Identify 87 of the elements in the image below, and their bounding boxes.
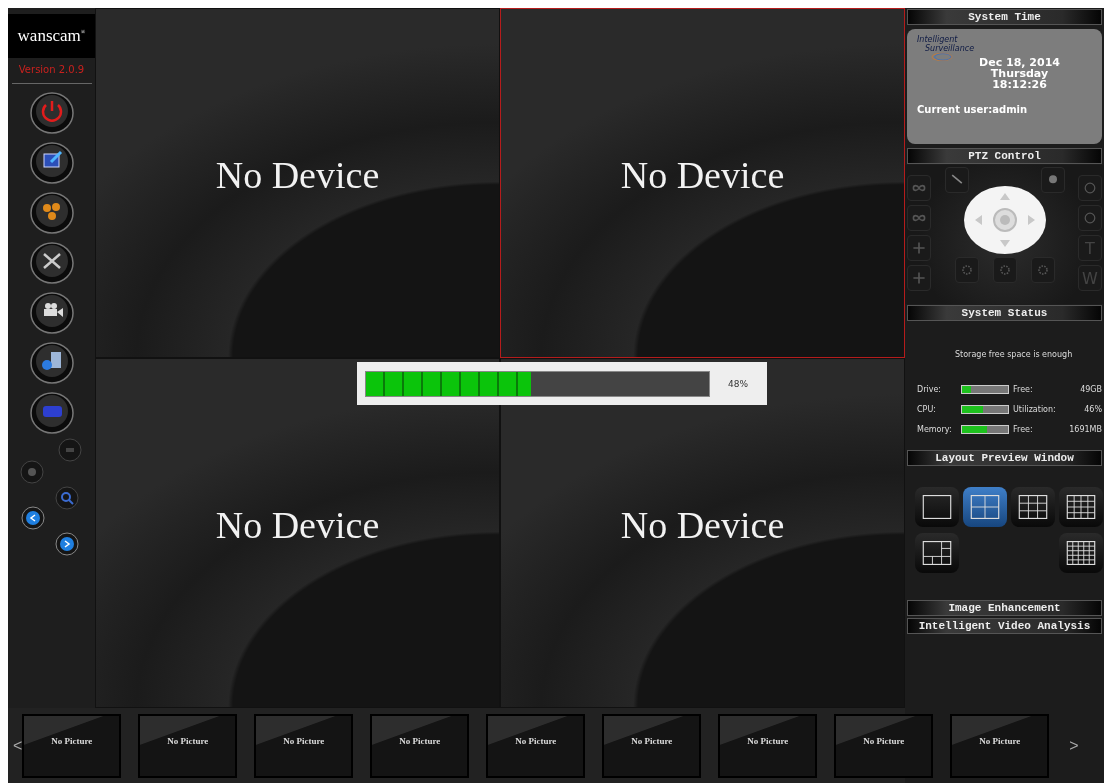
status-label: Drive: [917,384,943,394]
usage-bar [961,424,1009,434]
zoom-out-button[interactable] [907,175,931,201]
grid-icon [921,493,953,521]
no-picture-label: No Picture [863,735,905,746]
record-button[interactable] [20,460,44,484]
section-header: PTZ Control [907,148,1102,164]
no-picture-label: No Picture [515,735,557,746]
layout-button[interactable] [1059,487,1103,527]
crosshair-icon [911,240,927,256]
light-button[interactable] [1040,167,1065,193]
forward-button[interactable] [55,532,79,556]
crosshair-icon [911,270,927,286]
direction-pad[interactable] [962,185,1047,255]
video-panel[interactable]: No Device [500,8,905,358]
status-label: Free: [1013,424,1034,434]
next-button[interactable]: > [1049,736,1099,755]
time-text: 18:12:26 [992,79,1047,90]
status-label: CPU: [917,404,937,414]
layout-button[interactable] [1059,533,1103,573]
version-label: Version 2.0.9 [18,64,85,75]
status-label: Utilization: [1013,404,1057,414]
usage-bar [961,384,1009,394]
no-picture-label: No Picture [167,735,209,746]
no-device-label: No Device [620,503,785,547]
video-panel[interactable]: No Device [95,8,500,358]
thumbnail[interactable]: No Picture [718,713,818,778]
section-header: Layout Preview Window [907,450,1102,466]
no-device-label: No Device [215,153,380,197]
no-picture-label: No Picture [747,735,789,746]
previous-button[interactable]: < [13,736,23,755]
current-user-text: Current user:admin [917,104,1028,115]
date-text: Dec 18, 2014 [979,57,1060,68]
no-picture-label: No Picture [979,735,1021,746]
thumbnail[interactable]: No Picture [834,713,934,778]
thumbnail[interactable]: No Picture [254,713,354,778]
no-picture-label: No Picture [631,735,673,746]
target-icon [1082,210,1098,226]
section-header: System Time [907,9,1102,25]
grid-icon [1017,493,1049,521]
thumbnail[interactable]: No Picture [22,713,122,778]
grid-icon [1065,493,1097,521]
thumbnail[interactable]: No Picture [138,713,238,778]
storage-message: Storage free space is enough [955,350,1074,359]
thumbnail[interactable]: No Picture [370,713,470,778]
thumbnail[interactable]: No Picture [486,713,586,778]
computer-button[interactable] [29,340,74,384]
grid-icon [921,539,953,567]
usage-bar [961,404,1009,414]
search-button[interactable] [55,486,79,510]
no-device-label: No Device [620,153,785,197]
no-picture-label: No Picture [283,735,325,746]
section-header[interactable]: Image Enhancement [907,600,1102,616]
brand-text: Intelligent [917,35,958,44]
gears-button[interactable] [29,190,74,234]
layout-button[interactable] [963,487,1007,527]
thumbnail[interactable]: No Picture [950,713,1050,778]
status-value: 46% [1084,404,1102,414]
logo-text: wanscam$^{®}$ [17,26,86,46]
layout-button[interactable] [915,533,959,573]
zoom-in-button[interactable] [907,205,931,231]
thumbnail[interactable]: No Picture [602,713,702,778]
weekday-text: Thursday [990,68,1049,79]
section-header[interactable]: Intelligent Video Analysis [907,618,1102,634]
grid-icon [969,493,1001,521]
status-label: Memory: [917,424,953,434]
status-value: 49GB [1080,384,1102,394]
wiper-button[interactable] [944,167,969,193]
progress-reading: 48% [728,378,748,389]
layout-button[interactable] [915,487,959,527]
grid-icon [1065,539,1097,567]
power-button[interactable] [29,90,74,134]
no-picture-label: No Picture [51,735,93,746]
target-icon [1082,180,1098,196]
camera-button[interactable] [29,290,74,334]
status-value: 1691MB [1069,424,1102,434]
ipc-button[interactable] [29,390,74,434]
status-label: Free: [1013,384,1034,394]
tools-button[interactable] [29,240,74,284]
back-button[interactable] [21,506,45,530]
video-panel[interactable]: No Device [95,358,500,708]
brand-text: Surveillance [925,44,975,53]
edit-button[interactable] [29,140,74,184]
no-picture-label: No Picture [399,735,441,746]
no-device-label: No Device [215,503,380,547]
layout-button[interactable] [1011,487,1055,527]
section-header: System Status [907,305,1102,321]
